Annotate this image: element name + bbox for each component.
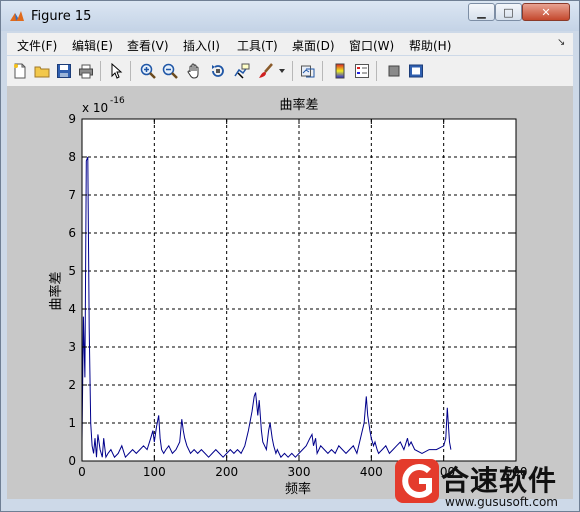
zoom-out-icon[interactable]	[161, 62, 179, 80]
maximize-button[interactable]: □	[495, 3, 522, 21]
brand-logo-icon	[395, 459, 439, 503]
y-exponent-label: x 10	[82, 101, 108, 115]
menu-expand-icon[interactable]: ↘	[557, 37, 565, 48]
menu-window[interactable]: 窗口(W)	[349, 37, 394, 54]
new-figure-icon[interactable]	[11, 62, 29, 80]
y-tick-label: 4	[68, 302, 76, 316]
arrow-select-icon[interactable]	[107, 62, 125, 80]
matlab-icon	[10, 11, 24, 21]
x-tick-label: 100	[143, 465, 166, 479]
open-file-icon[interactable]	[33, 62, 51, 80]
figure-canvas: 0 100 200 300 400 500 600 0 1 2 3 4 5 6 7 8 9 曲率差 x 10 -…	[7, 87, 573, 499]
x-tick-label: 0	[78, 465, 86, 479]
brush-icon[interactable]	[257, 62, 275, 80]
figure-window: Figure 15 ▁ □ ✕ 文件(F) 编辑(E) 查看(V) 插入(I) …	[0, 0, 580, 512]
menu-desktop[interactable]: 桌面(D)	[292, 37, 335, 54]
plot-area[interactable]: 0 100 200 300 400 500 6000123456789 曲率差 x 10 -…	[7, 87, 573, 499]
toolbar-separator	[130, 61, 131, 81]
y-tick-label: 1	[68, 416, 76, 430]
menu-view[interactable]: 查看(V)	[127, 37, 169, 54]
y-tick-label: 0	[68, 454, 76, 468]
y-tick-label: 2	[68, 378, 76, 392]
y-tick-label: 9	[68, 112, 76, 126]
menu-insert[interactable]: 插入(I)	[183, 37, 220, 54]
colorbar-icon[interactable]	[331, 62, 349, 80]
toolbar-separator	[322, 61, 323, 81]
save-icon[interactable]	[55, 62, 73, 80]
watermark: 合速软件 www.gususoft.com	[389, 453, 579, 511]
zoom-in-icon[interactable]	[139, 62, 157, 80]
figure-toolbar	[7, 56, 573, 87]
menu-file[interactable]: 文件(F)	[17, 37, 57, 54]
window-title: Figure 15	[31, 9, 92, 24]
y-tick-label: 7	[68, 188, 76, 202]
close-button[interactable]: ✕	[522, 3, 570, 21]
maximize-icon: □	[503, 5, 514, 19]
pan-hand-icon[interactable]	[185, 62, 203, 80]
data-cursor-icon[interactable]	[233, 62, 251, 80]
link-plot-icon[interactable]	[299, 62, 317, 80]
menu-tools[interactable]: 工具(T)	[237, 37, 278, 54]
y-axis-label: 曲率差	[48, 271, 64, 310]
minimize-icon: ▁	[477, 5, 486, 19]
minimize-button[interactable]: ▁	[468, 3, 495, 21]
y-tick-label: 8	[68, 150, 76, 164]
watermark-brand: 合速软件	[441, 464, 558, 497]
chart-title: 曲率差	[279, 97, 318, 113]
x-axis-label: 频率	[285, 481, 311, 497]
brush-dropdown-icon[interactable]	[277, 62, 287, 80]
legend-icon[interactable]	[353, 62, 371, 80]
watermark-url: www.gususoft.com	[445, 495, 558, 509]
x-tick-label: 200	[215, 465, 238, 479]
x-tick-label: 400	[360, 465, 383, 479]
toolbar-separator	[292, 61, 293, 81]
toolbar-separator	[376, 61, 377, 81]
menu-bar: 文件(F) 编辑(E) 查看(V) 插入(I) 工具(T) 桌面(D) 窗口(W…	[7, 33, 573, 55]
menu-edit[interactable]: 编辑(E)	[72, 37, 113, 54]
y-tick-label: 3	[68, 340, 76, 354]
y-tick-label: 5	[68, 264, 76, 278]
x-tick-label: 300	[288, 465, 311, 479]
y-tick-label: 6	[68, 226, 76, 240]
title-bar[interactable]: Figure 15 ▁ □ ✕	[1, 1, 579, 31]
show-plot-tools-icon[interactable]	[407, 62, 425, 80]
y-exponent-power: -16	[110, 96, 125, 106]
hide-plot-tools-icon[interactable]	[385, 62, 403, 80]
toolbar-separator	[100, 61, 101, 81]
print-icon[interactable]	[77, 62, 95, 80]
close-icon: ✕	[541, 5, 551, 19]
menu-help[interactable]: 帮助(H)	[409, 37, 451, 54]
rotate-3d-icon[interactable]	[209, 62, 227, 80]
